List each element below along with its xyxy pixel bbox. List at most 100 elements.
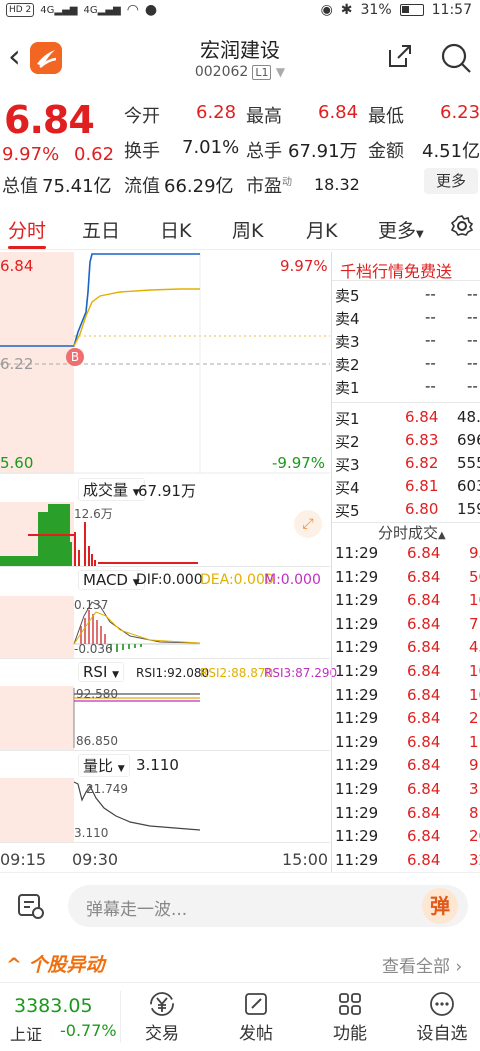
trade-volume: 10 [469,685,480,704]
rsi-label: RSI [83,663,108,681]
share-icon[interactable] [386,42,414,74]
mktcap-label: 总值 [2,176,38,197]
bid-name: 买1 [335,410,360,428]
macd-axis-max: 0.137 [74,598,109,612]
level2-promo-banner[interactable]: 千档行情免费送 [340,258,452,282]
active-tab-indicator [8,246,46,249]
nav-add-watchlist[interactable]: 设自选 [402,989,480,1044]
change-percent: 9.97% [2,144,60,165]
view-all-link[interactable]: 查看全部 › [382,952,462,977]
open-label: 今开 [124,106,160,127]
index-change[interactable]: -0.77% [60,1021,117,1040]
danmaku-send-button[interactable]: 弹 [422,888,458,924]
stock-code: 002062 [194,64,249,80]
indicator-select-rsi[interactable]: RSI ▼ [78,662,125,682]
indicator-select-volume[interactable]: 成交量 ▼ [78,478,145,501]
trade-time: 11:29 [335,756,379,775]
trade-time: 11:29 [335,803,379,822]
divider [120,991,121,1043]
ask-volume: -- [467,331,478,349]
view-all-text: 查看全部 [382,957,450,977]
divider [0,842,330,843]
chart-tabs: 分时 五日 日K 周K 月K 更多▼ [0,210,480,250]
index-name[interactable]: 上证 [10,1021,42,1045]
trades-title[interactable]: 分时成交▲ [378,522,446,543]
float-value: 66.29亿 [164,176,234,197]
trade-volume: 50 [469,567,480,586]
rsi-1: RSI1:92.080 [136,666,210,680]
volume-chart-svg [0,504,198,566]
trade-time: 11:29 [335,614,379,633]
rsi-axis-max: 92.580 [76,687,118,701]
trade-time: 11:29 [335,567,379,586]
clock: 11:57 [431,2,472,18]
trade-volume: 10 [469,662,480,680]
search-icon[interactable] [440,42,472,78]
danmaku-placeholder: 弹幕走一波... [86,900,188,920]
tab-daily-k[interactable]: 日K [160,216,191,243]
volume-ratio-value: 3.110 [136,756,179,774]
indicator-select-volume-ratio[interactable]: 量比 ▼ [78,754,130,777]
volume-value: 67.91万 [288,141,358,162]
volume-axis-max: 12.6万 [74,507,113,521]
divider [0,566,330,567]
trade-volume: 3 [469,780,479,798]
ask-volume: -- [467,308,478,326]
network-type-1: 4G [40,4,55,16]
stock-header: ‹ 宏润建设 002062 L1 ▼ [0,28,480,90]
divider [0,750,330,751]
status-bar: HD 2 4G▂▄▆ 4G▂▄▆ ◠ ● ◉ ✱ 31% 11:57 [0,0,480,20]
chevron-down-icon: ▼ [275,65,286,79]
price-axis-top: 6.84 [0,257,34,275]
tab-five-day[interactable]: 五日 [82,216,120,243]
more-quote-button[interactable]: 更多 [424,168,478,194]
buy-marker[interactable]: B [66,348,84,366]
trade-volume: 45 [469,638,480,657]
macd-chart-svg [73,601,201,652]
danmaku-settings-icon[interactable] [16,891,46,925]
tab-weekly-k[interactable]: 周K [232,216,263,243]
pct-axis-bottom: -9.97% [272,454,326,472]
nav-post-label: 发帖 [239,1024,273,1044]
tab-intraday[interactable]: 分时 [8,216,46,243]
trade-time: 11:29 [335,827,379,846]
bid-price: 6.84 [405,408,439,426]
price-axis-mid: 6.22 [0,355,34,373]
expand-chart-icon[interactable]: ⤢ [294,510,322,538]
intraday-chart[interactable]: B 6.84 6.22 5.60 9.97% -9.97% 成交量 ▼ 67.9… [0,252,337,872]
vr-axis-max: 21.749 [86,782,128,796]
chevron-right-icon: › [455,957,463,977]
trade-price: 6.84 [407,685,441,704]
tab-more[interactable]: 更多▼ [378,216,424,243]
more-dots-icon [402,989,480,1019]
level-badge: L1 [252,65,272,80]
float-label: 流值 [124,176,160,197]
trade-price: 6.84 [407,614,441,633]
trade-volume: 8 [469,803,479,822]
settings-gear-icon[interactable] [450,214,474,243]
trade-volume: 9 [469,756,479,775]
stock-anomaly-section[interactable]: ^ 个股异动 查看全部 › [0,938,480,982]
index-value[interactable]: 3383.05 [14,995,93,1017]
caret-up-icon: ▲ [438,530,446,541]
ask-price: -- [425,285,436,303]
bid-price: 6.82 [405,454,439,472]
pe-type: 动 [282,177,292,188]
trade-volume: 20 [469,827,480,846]
ask-name: 卖2 [335,356,360,374]
trade-price: 6.84 [407,756,441,775]
caret-down-icon: ▼ [416,229,424,240]
nav-post[interactable]: 发帖 [216,989,296,1044]
nav-trade-label: 交易 [145,1024,179,1044]
nav-functions[interactable]: 功能 [310,989,390,1044]
nav-functions-label: 功能 [333,1024,367,1044]
volume-label: 总手 [246,141,282,162]
pct-axis-top: 9.97% [280,257,328,275]
trade-time: 11:29 [335,638,379,657]
trade-price: 6.84 [407,591,441,610]
danmaku-input[interactable]: 弹幕走一波... 弹 [68,885,468,927]
nav-trade[interactable]: 交易 [122,989,202,1044]
tab-monthly-k[interactable]: 月K [306,216,337,243]
anomaly-title: ^ 个股异动 [6,950,105,977]
indicator-select-macd[interactable]: MACD ▼ [78,570,145,590]
